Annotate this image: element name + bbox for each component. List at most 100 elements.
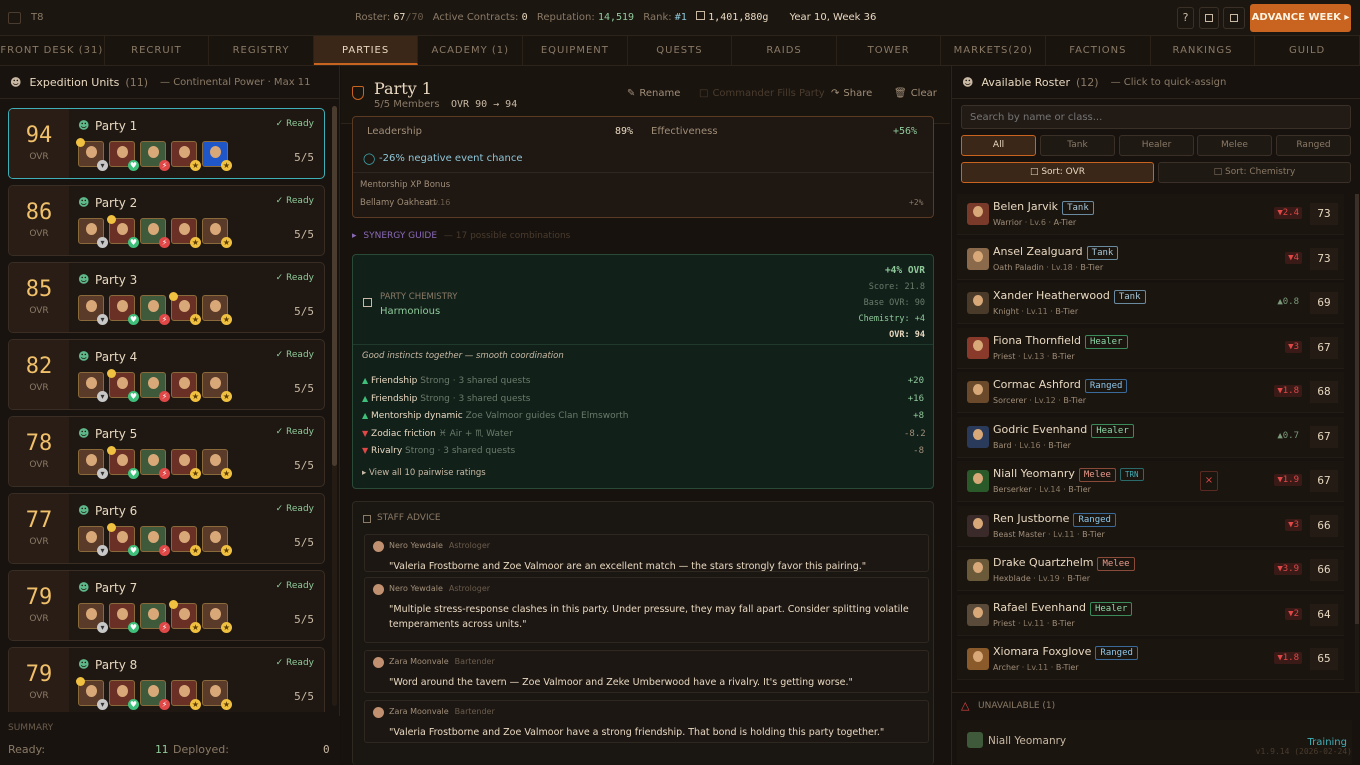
member-avatar[interactable]: ⚡ — [140, 372, 170, 402]
help-button[interactable]: ? — [1177, 7, 1194, 29]
roster-row[interactable]: Rafael Evenhand Healer Priest · Lv.11 · B-… — [957, 594, 1344, 636]
advance-week-button[interactable]: ADVANCE WEEK ▸ — [1250, 4, 1351, 32]
filter-melee[interactable]: Melee — [1197, 135, 1272, 156]
filter-all[interactable]: All — [961, 135, 1036, 156]
member-avatar[interactable]: ★ — [202, 295, 232, 325]
filter-tank[interactable]: Tank — [1040, 135, 1115, 156]
member-avatar[interactable]: ⚡ — [140, 526, 170, 556]
tab-academy[interactable]: ACADEMY (1) — [418, 36, 524, 65]
tab-guild[interactable]: GUILD — [1255, 36, 1360, 65]
tab-registry[interactable]: REGISTRY — [209, 36, 314, 65]
member-avatar[interactable]: ⚡ — [140, 141, 170, 171]
users-icon: ☻ — [78, 427, 90, 440]
roster-row[interactable]: Ren Justborne Ranged Beast Master · Lv.11 … — [957, 505, 1344, 547]
synergy-guide-toggle[interactable]: ▸ SYNERGY GUIDE — 17 possible combinatio… — [352, 231, 570, 241]
window-button-2[interactable] — [1223, 7, 1245, 29]
member-avatar[interactable]: ★ — [171, 526, 201, 556]
member-avatar[interactable]: ★ — [202, 218, 232, 248]
roster-scrollbar[interactable] — [1355, 194, 1359, 692]
party-card[interactable]: 78 OVR ☻ Party 5 ✓ Ready ▾ ♥ ⚡ ★ ★ 5/5 — [8, 416, 325, 487]
view-all-link[interactable]: ▸ View all 10 pairwise ratings — [362, 468, 486, 478]
member-avatar[interactable]: ♥ — [107, 446, 139, 479]
member-avatar[interactable]: ⚡ — [140, 295, 170, 325]
party-member-count: 5/5 — [294, 690, 314, 703]
member-avatar[interactable]: ▾ — [78, 372, 108, 402]
tab-tower[interactable]: TOWER — [837, 36, 942, 65]
member-avatar[interactable]: ♥ — [107, 215, 139, 248]
party-card[interactable]: 85 OVR ☻ Party 3 ✓ Ready ▾ ♥ ⚡ ★ ★ 5/5 — [8, 262, 325, 333]
party-card[interactable]: 77 OVR ☻ Party 6 ✓ Ready ▾ ♥ ⚡ ★ ★ 5/5 — [8, 493, 325, 564]
member-avatar[interactable]: ▾ — [78, 218, 108, 248]
roster-row[interactable]: Xander Heatherwood Tank Knight · Lv.11 · B… — [957, 283, 1344, 324]
remove-button[interactable]: × — [1200, 471, 1218, 491]
party-card[interactable]: 86 OVR ☻ Party 2 ✓ Ready ▾ ♥ ⚡ ★ ★ 5/5 — [8, 185, 325, 256]
member-avatar[interactable]: ⚡ — [140, 218, 170, 248]
tab-quests[interactable]: QUESTS — [628, 36, 733, 65]
scrollbar-thumb[interactable] — [1355, 194, 1359, 624]
member-avatar[interactable]: ▾ — [76, 677, 108, 710]
tab-rankings[interactable]: RANKINGS — [1151, 36, 1256, 65]
tab-raids[interactable]: RAIDS — [732, 36, 837, 65]
roster-row[interactable]: Fiona Thornfield Healer Priest · Lv.13 · B… — [957, 327, 1344, 369]
party-card[interactable]: 79 OVR ☻ Party 7 ✓ Ready ▾ ♥ ⚡ ★ ★ 5/5 — [8, 570, 325, 641]
roster-row[interactable]: Niall Yeomanry Melee TRN Berserker · Lv.14 … — [957, 461, 1344, 502]
member-avatar[interactable]: ▾ — [78, 295, 108, 325]
sort-ovr-button[interactable]: □ Sort: OVR — [961, 162, 1154, 183]
member-avatar[interactable]: ★ — [171, 680, 201, 710]
commander-fills-button[interactable]: □ Commander Fills Party — [699, 88, 825, 99]
filter-healer[interactable]: Healer — [1119, 135, 1194, 156]
party-card[interactable]: 94 OVR ☻ Party 1 ✓ Ready ▾ ♥ ⚡ ★ ★ 5/5 — [8, 108, 325, 179]
scrollbar[interactable] — [332, 106, 337, 706]
member-avatar[interactable]: ★ — [202, 141, 232, 171]
share-button[interactable]: ↷ Share — [831, 88, 872, 99]
member-avatar[interactable]: ★ — [171, 449, 201, 479]
window-button-1[interactable] — [1199, 7, 1219, 29]
member-avatar[interactable]: ▾ — [78, 603, 108, 633]
member-avatar[interactable]: ★ — [202, 526, 232, 556]
member-avatar[interactable]: ★ — [202, 603, 232, 633]
member-avatar[interactable]: ⚡ — [140, 680, 170, 710]
roster-search-input[interactable] — [961, 105, 1351, 129]
roster-row[interactable]: Drake Quartzhelm Melee Hexblade · Lv.19 · … — [957, 550, 1344, 591]
filter-ranged[interactable]: Ranged — [1276, 135, 1351, 156]
member-avatar[interactable]: ♥ — [107, 369, 139, 402]
sort-chemistry-button[interactable]: □ Sort: Chemistry — [1158, 162, 1351, 183]
roster-row[interactable]: Ansel Zealguard Tank Oath Paladin · Lv.18 … — [957, 238, 1344, 280]
arrow-up-icon: ▲ — [362, 411, 369, 420]
member-avatar[interactable]: ★ — [171, 141, 201, 171]
member-avatar[interactable]: ♥ — [109, 141, 139, 171]
member-avatar[interactable]: ⚡ — [140, 603, 170, 633]
tab-front-desk[interactable]: FRONT DESK (31) — [0, 36, 105, 65]
unavailable-row[interactable]: Niall Yeomanry Training v1.9.14 (2026-02… — [957, 720, 1352, 764]
roster-row[interactable]: Cormac Ashford Ranged Sorcerer · Lv.12 · B… — [957, 372, 1344, 413]
member-avatar[interactable]: ★ — [171, 372, 201, 402]
clear-button[interactable]: 🗑 Clear — [894, 88, 937, 99]
scrollbar-thumb[interactable] — [332, 106, 337, 466]
roster-row[interactable]: Godric Evenhand Healer Bard · Lv.16 · B-Ti… — [957, 416, 1344, 458]
member-avatar[interactable]: ▾ — [78, 449, 108, 479]
member-avatar[interactable]: ★ — [169, 600, 201, 633]
member-avatar[interactable]: ★ — [171, 218, 201, 248]
party-card[interactable]: 79 OVR ☻ Party 8 ✓ Ready ▾ ♥ ⚡ ★ ★ 5/5 — [8, 647, 325, 712]
tab-factions[interactable]: FACTIONS — [1046, 36, 1151, 65]
tab-equipment[interactable]: EQUIPMENT — [523, 36, 628, 65]
member-avatar[interactable]: ★ — [169, 292, 201, 325]
member-avatar[interactable]: ★ — [202, 449, 232, 479]
tab-markets[interactable]: MARKETS(20) — [941, 36, 1047, 65]
rename-button[interactable]: ✎ Rename — [627, 88, 680, 99]
member-avatar[interactable]: ⚡ — [140, 449, 170, 479]
hero-class: Priest — [993, 351, 1016, 361]
roster-row[interactable]: Xiomara Foxglove Ranged Archer · Lv.11 · B… — [957, 639, 1344, 680]
roster-row[interactable]: Belen Jarvik Tank Warrior · Lv.6 · A-Tier ▼… — [957, 194, 1344, 235]
tab-parties[interactable]: PARTIES — [313, 36, 419, 65]
member-avatar[interactable]: ♥ — [109, 680, 139, 710]
member-avatar[interactable]: ♥ — [109, 295, 139, 325]
tab-recruit[interactable]: RECRUIT — [105, 36, 210, 65]
member-avatar[interactable]: ★ — [202, 372, 232, 402]
member-avatar[interactable]: ★ — [202, 680, 232, 710]
member-avatar[interactable]: ▾ — [78, 526, 108, 556]
member-avatar[interactable]: ▾ — [76, 138, 108, 171]
party-card[interactable]: 82 OVR ☻ Party 4 ✓ Ready ▾ ♥ ⚡ ★ ★ 5/5 — [8, 339, 325, 410]
member-avatar[interactable]: ♥ — [109, 603, 139, 633]
member-avatar[interactable]: ♥ — [107, 523, 139, 556]
